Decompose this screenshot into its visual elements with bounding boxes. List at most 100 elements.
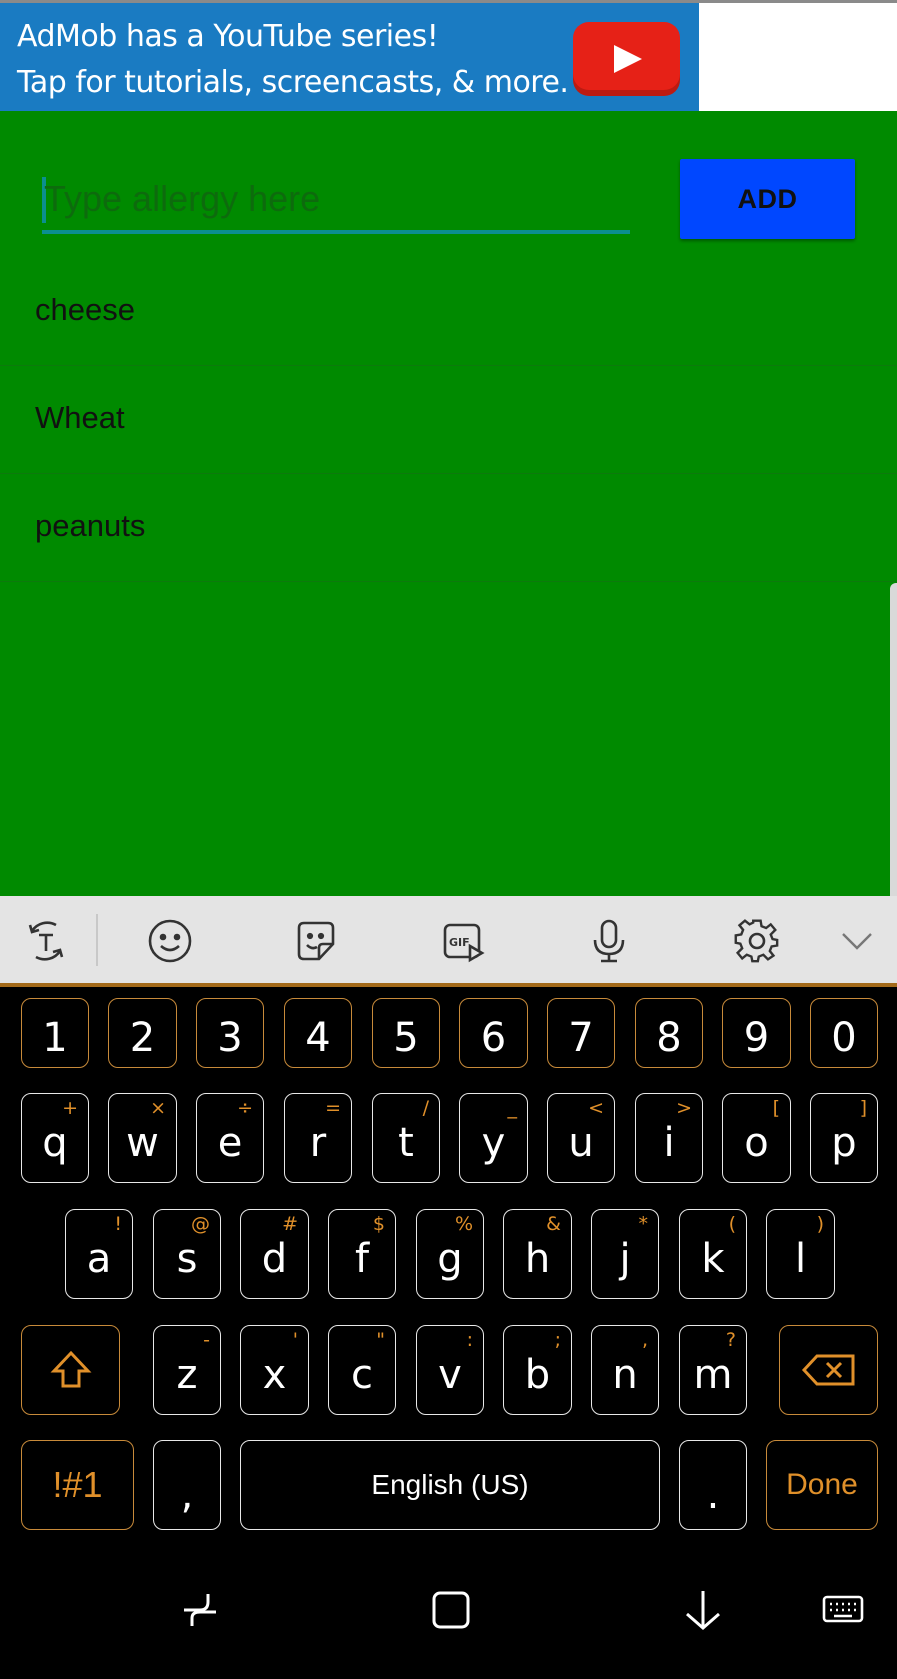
key-z[interactable]: -z [153, 1325, 221, 1415]
key-k[interactable]: (k [679, 1209, 747, 1299]
backspace-key[interactable] [779, 1325, 878, 1415]
key-g[interactable]: % g [416, 1209, 484, 1299]
back-icon[interactable] [675, 1585, 731, 1635]
space-key[interactable]: English (US) [240, 1440, 660, 1530]
key-p[interactable]: ] p [810, 1093, 878, 1183]
edge-panel-handle[interactable] [890, 583, 897, 943]
key-alt-label: # [282, 1213, 298, 1235]
key-label: f [354, 1236, 370, 1282]
ad-banner[interactable]: AdMob has a YouTube series! Tap for tuto… [0, 3, 699, 111]
key-6[interactable]: 6 [459, 998, 528, 1068]
key-b[interactable]: ; b [503, 1325, 572, 1415]
key-7[interactable]: 7 [547, 998, 615, 1068]
key-a[interactable]: ! a [65, 1209, 133, 1299]
emoji-icon[interactable] [144, 916, 196, 966]
key-q[interactable]: + q [21, 1093, 89, 1183]
key-alt-label: : [466, 1329, 473, 1351]
key-r[interactable]: = r [284, 1093, 352, 1183]
youtube-play-icon[interactable] [573, 22, 680, 96]
key-label: j [619, 1236, 631, 1282]
key-v[interactable]: :v [416, 1325, 484, 1415]
key-h[interactable]: & h [503, 1209, 572, 1299]
key-label: k [701, 1236, 725, 1282]
sticker-icon[interactable] [290, 916, 342, 966]
key-label: o [744, 1120, 769, 1166]
keyboard-toolbar: GIF [0, 896, 897, 987]
shift-key[interactable] [21, 1325, 120, 1415]
done-key[interactable]: Done [766, 1440, 878, 1530]
key-alt-label: ? [725, 1329, 736, 1351]
key-s[interactable]: @ s [153, 1209, 221, 1299]
key-label: 2 [129, 1015, 156, 1061]
gif-icon[interactable]: GIF [437, 916, 489, 966]
key-label: w [126, 1120, 159, 1166]
key-label: 7 [568, 1015, 594, 1061]
key-label: !#1 [52, 1464, 103, 1505]
key-label: 4 [305, 1015, 331, 1061]
key-alt-label: ) [816, 1213, 824, 1235]
key-9[interactable]: 9 [722, 998, 791, 1068]
key-f[interactable]: $ f [328, 1209, 396, 1299]
key-label: 8 [656, 1015, 682, 1061]
key-c[interactable]: " c [328, 1325, 396, 1415]
key-m[interactable]: ? m [679, 1325, 747, 1415]
key-alt-label: ; [554, 1329, 561, 1351]
allergy-input[interactable] [44, 173, 624, 225]
list-item[interactable]: peanuts [0, 474, 897, 582]
key-o[interactable]: [o [722, 1093, 791, 1183]
allergy-label: peanuts [35, 508, 146, 543]
list-item[interactable]: cheese [0, 258, 897, 366]
key-alt-label: = [325, 1097, 341, 1119]
key-label: n [612, 1352, 638, 1398]
shift-arrow-icon [50, 1350, 91, 1388]
key-5[interactable]: 5 [372, 998, 440, 1068]
key-2[interactable]: 2 [108, 998, 177, 1068]
key-1[interactable]: 1 [21, 998, 89, 1068]
key-label: s [176, 1236, 198, 1282]
add-button[interactable]: ADD [680, 159, 855, 239]
key-i[interactable]: > i [635, 1093, 703, 1183]
home-icon[interactable] [423, 1585, 479, 1635]
key-3[interactable]: 3 [196, 998, 264, 1068]
key-t[interactable]: / t [372, 1093, 440, 1183]
comma-key[interactable]: , [153, 1440, 221, 1530]
period-key[interactable]: . [679, 1440, 747, 1530]
toolbar-divider [96, 914, 98, 966]
list-item[interactable]: Wheat [0, 366, 897, 474]
key-alt-label: ( [728, 1213, 736, 1235]
text-mode-icon[interactable] [20, 916, 72, 966]
key-label: b [524, 1352, 551, 1398]
key-alt-label: > [676, 1097, 692, 1119]
keyboard-switch-icon[interactable] [815, 1585, 871, 1635]
key-label: h [524, 1236, 551, 1282]
key-8[interactable]: 8 [635, 998, 703, 1068]
key-w[interactable]: × w [108, 1093, 177, 1183]
key-alt-label: / [422, 1097, 429, 1119]
key-label: . [706, 1472, 720, 1518]
key-y[interactable]: _ y [459, 1093, 528, 1183]
key-j[interactable]: * j [591, 1209, 659, 1299]
ad-headline: AdMob has a YouTube series! [17, 19, 439, 54]
keyboard: 1 2 3 4 5 6 7 8 9 0 + q × w ÷ e = r / t _ y < u… [0, 987, 897, 1542]
key-u[interactable]: < u [547, 1093, 615, 1183]
key-label: e [217, 1120, 243, 1166]
key-label: 0 [831, 1015, 857, 1061]
key-label: q [42, 1120, 68, 1166]
key-x[interactable]: ' x [240, 1325, 309, 1415]
key-0[interactable]: 0 [810, 998, 878, 1068]
symbols-key[interactable]: !#1 [21, 1440, 134, 1530]
chevron-down-icon[interactable] [831, 916, 883, 966]
key-n[interactable]: ,n [591, 1325, 659, 1415]
settings-gear-icon[interactable] [731, 916, 783, 966]
key-alt-label: @ [191, 1213, 210, 1235]
key-e[interactable]: ÷ e [196, 1093, 264, 1183]
recents-icon[interactable] [172, 1585, 228, 1635]
key-l[interactable]: ) l [766, 1209, 835, 1299]
allergy-input-wrap[interactable] [42, 173, 630, 229]
key-alt-label: - [203, 1329, 210, 1351]
key-alt-label: " [376, 1329, 385, 1351]
key-4[interactable]: 4 [284, 998, 352, 1068]
key-d[interactable]: # d [240, 1209, 309, 1299]
backspace-icon [801, 1354, 854, 1386]
microphone-icon[interactable] [583, 916, 635, 966]
